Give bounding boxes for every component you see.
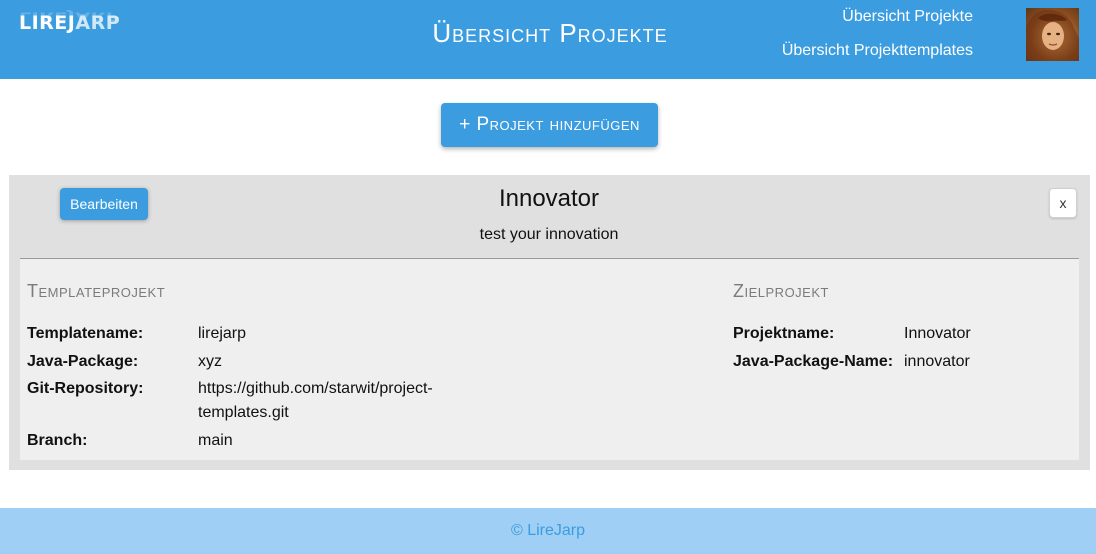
project-name: Innovator — [498, 185, 600, 212]
nav-link-projekttemplates[interactable]: Übersicht Projekttemplates — [782, 41, 973, 61]
java-package-name-label: Java-Package-Name: — [733, 353, 894, 370]
app-footer: © LireJarp — [0, 508, 1096, 554]
templatename-value: lirejarp — [198, 325, 247, 342]
app-header: LIREJARP LIREJARP Übersicht Projekte Übe… — [0, 0, 1096, 79]
logo-reflection: LIREJARP — [19, 9, 121, 23]
git-repository-label: Git-Repository: — [27, 380, 144, 397]
lirejarp-logo[interactable]: LIREJARP LIREJARP — [19, 10, 131, 46]
projektname-label: Projektname: — [733, 325, 835, 342]
java-package-name-value: innovator — [904, 353, 970, 370]
templatename-label: Templatename: — [27, 325, 144, 342]
edit-button[interactable]: Bearbeiten — [60, 188, 148, 220]
git-repository-value: https://github.com/starwit/project-templ… — [198, 380, 433, 421]
target-section-heading: Zielprojekt — [733, 281, 829, 301]
branch-label: Branch: — [27, 432, 88, 449]
nav-link-projekte[interactable]: Übersicht Projekte — [842, 7, 973, 27]
add-project-button[interactable]: + Projekt hinzufügen — [441, 103, 658, 147]
java-package-value: xyz — [198, 353, 222, 370]
projektname-value: Innovator — [904, 325, 971, 342]
close-button[interactable]: x — [1049, 188, 1077, 218]
project-description: test your innovation — [479, 226, 619, 243]
project-card: Bearbeiten Innovator x test your innovat… — [9, 175, 1090, 470]
footer-copyright: © LireJarp — [510, 522, 586, 539]
user-avatar[interactable] — [1026, 8, 1079, 61]
page-title: Übersicht Projekte — [432, 18, 668, 48]
java-package-label: Java-Package: — [27, 353, 139, 370]
project-details: Templateprojekt Templatename: lirejarp J… — [20, 259, 1079, 460]
branch-value: main — [198, 432, 233, 449]
avatar-portrait — [1026, 8, 1079, 61]
template-section-heading: Templateprojekt — [27, 281, 166, 301]
